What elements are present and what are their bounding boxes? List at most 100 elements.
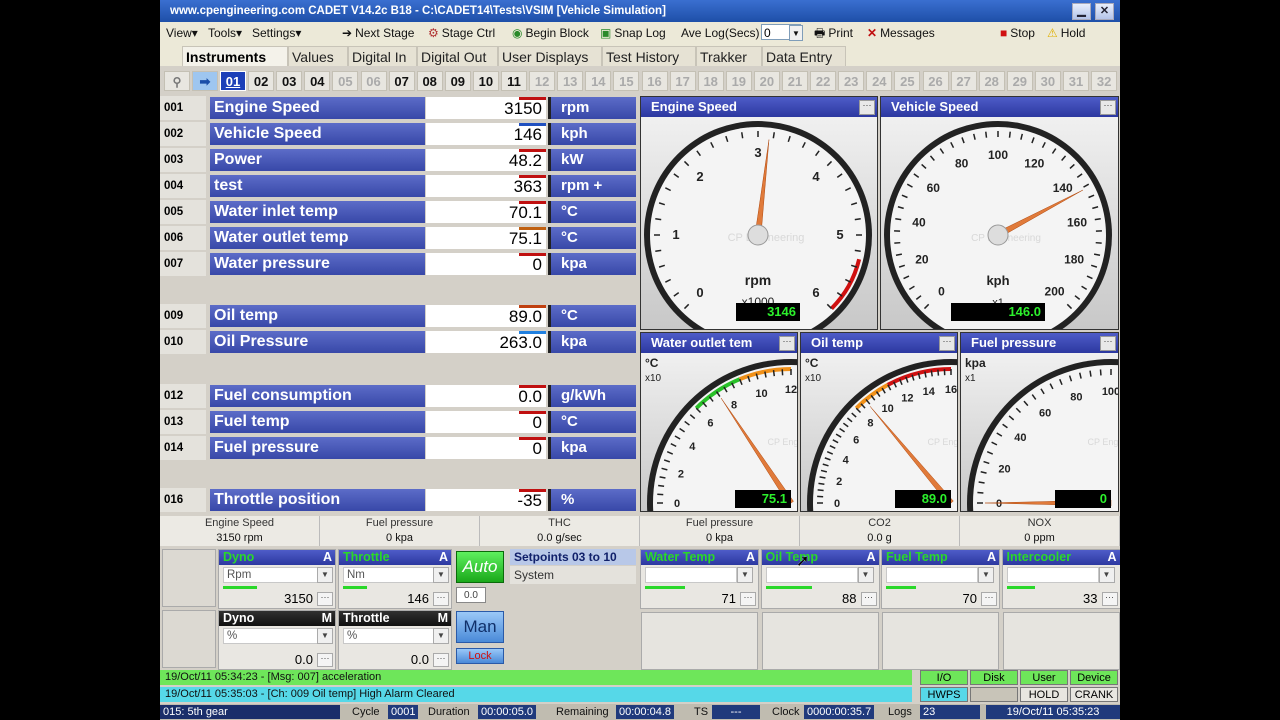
more-button[interactable]: ··· [740,592,756,606]
channel-button-13[interactable]: 13 [557,71,584,91]
gauge-menu-button[interactable]: ··· [1100,100,1116,115]
channel-button-10[interactable]: 10 [472,71,499,91]
gauge-menu-button[interactable]: ··· [939,336,955,351]
lock-button[interactable]: Lock [456,648,504,664]
channel-button-02[interactable]: 02 [248,71,275,91]
channel-button-11[interactable]: 11 [501,71,527,91]
settings-menu[interactable]: Settings▾ [252,25,301,41]
more-button[interactable]: ··· [433,592,449,606]
pin-icon[interactable]: ⚲ [164,71,190,91]
chevron-down-icon[interactable]: ▼ [317,628,333,644]
channel-button-06[interactable]: 06 [360,71,387,91]
channel-button-05[interactable]: 05 [332,71,359,91]
tab-digital-out[interactable]: Digital Out [417,46,498,66]
channel-button-12[interactable]: 12 [529,71,556,91]
channel-row[interactable]: 006 Water outlet temp 75.1 °C [160,226,636,250]
chevron-down-icon[interactable]: ▼ [317,567,333,583]
channel-button-28[interactable]: 28 [978,71,1005,91]
chevron-down-icon[interactable]: ▼ [433,567,449,583]
channel-button-27[interactable]: 27 [950,71,977,91]
channel-row[interactable]: 010 Oil Pressure 263.0 kpa [160,330,636,354]
channel-button-23[interactable]: 23 [838,71,865,91]
channel-row[interactable]: 012 Fuel consumption 0.0 g/kWh [160,384,636,408]
channel-button-07[interactable]: 07 [388,71,415,91]
gauge-menu-button[interactable]: ··· [1100,336,1116,351]
channel-row[interactable]: 001 Engine Speed 3150 rpm [160,96,636,120]
channel-row[interactable]: 014 Fuel pressure 0 kpa [160,436,636,460]
hold-button[interactable]: ⚠ Hold [1047,25,1085,41]
begin-block-button[interactable]: ◉ Begin Block [512,25,589,41]
channel-row[interactable]: 004 test 363 rpm + [160,174,636,198]
tab-digital-in[interactable]: Digital In [348,46,417,66]
tab-test-history[interactable]: Test History [602,46,696,66]
channel-button-30[interactable]: 30 [1034,71,1061,91]
channel-button-01[interactable]: 01 [220,71,246,91]
stop-button[interactable]: ■ Stop [1000,25,1035,41]
more-button[interactable]: ··· [860,592,877,606]
channel-button-03[interactable]: 03 [276,71,303,91]
channel-row[interactable]: 009 Oil temp 89.0 °C [160,304,636,328]
channel-row[interactable]: 007 Water pressure 0 kpa [160,252,636,276]
channel-button-14[interactable]: 14 [585,71,612,91]
tab-values[interactable]: Values [288,46,348,66]
tab-user-displays[interactable]: User Displays [498,46,602,66]
channel-row[interactable]: 003 Power 48.2 kW [160,148,636,172]
more-button[interactable]: ··· [433,653,449,667]
stage-ctrl-button[interactable]: ⚙ Stage Ctrl [428,25,495,41]
unit-select[interactable]: Rpm [223,567,319,583]
next-stage-button[interactable]: ➔ Next Stage [342,25,414,41]
unit-select[interactable] [1006,567,1099,583]
channel-button-24[interactable]: 24 [866,71,893,91]
channel-row[interactable]: 005 Water inlet temp 70.1 °C [160,200,636,224]
channel-button-17[interactable]: 17 [669,71,696,91]
more-button[interactable]: ··· [317,592,333,606]
setpoints-item[interactable]: System [510,566,636,584]
channel-button-16[interactable]: 16 [641,71,668,91]
unit-select[interactable]: Nm [343,567,435,583]
unit-select[interactable] [645,567,737,583]
chevron-down-icon[interactable]: ▼ [978,567,994,583]
chevron-down-icon[interactable]: ▼ [1098,567,1115,583]
channel-button-18[interactable]: 18 [697,71,724,91]
manual-button[interactable]: Man [456,611,504,643]
minimize-button[interactable]: ▁ [1072,3,1091,20]
channel-button-29[interactable]: 29 [1006,71,1033,91]
tab-data-entry[interactable]: Data Entry [762,46,846,66]
channel-button-32[interactable]: 32 [1091,71,1118,91]
arrow-right-icon[interactable]: ➡ [192,71,218,91]
unit-select[interactable]: % [223,628,319,644]
tools-menu[interactable]: Tools▾ [208,25,242,41]
more-button[interactable]: ··· [1101,592,1118,606]
tab-instruments[interactable]: Instruments [182,46,288,66]
channel-button-26[interactable]: 26 [922,71,949,91]
channel-button-04[interactable]: 04 [304,71,331,91]
channel-row[interactable]: 013 Fuel temp 0 °C [160,410,636,434]
channel-button-22[interactable]: 22 [810,71,837,91]
view-menu[interactable]: View▾ [166,25,198,41]
channel-button-08[interactable]: 08 [416,71,443,91]
channel-button-20[interactable]: 20 [753,71,780,91]
snap-log-button[interactable]: ▣ Snap Log [600,25,666,41]
tab-trakker[interactable]: Trakker [696,46,762,66]
channel-button-25[interactable]: 25 [894,71,921,91]
gauge-menu-button[interactable]: ··· [779,336,795,351]
channel-row[interactable]: 016 Throttle position -35% [160,488,636,512]
print-button[interactable]: 🖶 Print [814,25,853,41]
auto-button[interactable]: Auto [456,551,504,583]
channel-button-15[interactable]: 15 [613,71,640,91]
gauge-menu-button[interactable]: ··· [859,100,875,115]
unit-select[interactable] [886,567,978,583]
channel-button-09[interactable]: 09 [444,71,471,91]
channel-row[interactable]: 002 Vehicle Speed 146 kph [160,122,636,146]
unit-select[interactable] [765,567,858,583]
close-button[interactable]: ✕ [1095,3,1114,20]
chevron-down-icon[interactable]: ▼ [737,567,753,583]
channel-button-21[interactable]: 21 [782,71,808,91]
unit-select[interactable]: % [343,628,435,644]
more-button[interactable]: ··· [981,592,997,606]
chevron-down-icon[interactable]: ▼ [857,567,874,583]
auto-value[interactable]: 0.0 [456,587,486,603]
more-button[interactable]: ··· [317,653,333,667]
ave-log-dropdown[interactable]: ▼ [789,25,803,41]
channel-button-19[interactable]: 19 [725,71,752,91]
